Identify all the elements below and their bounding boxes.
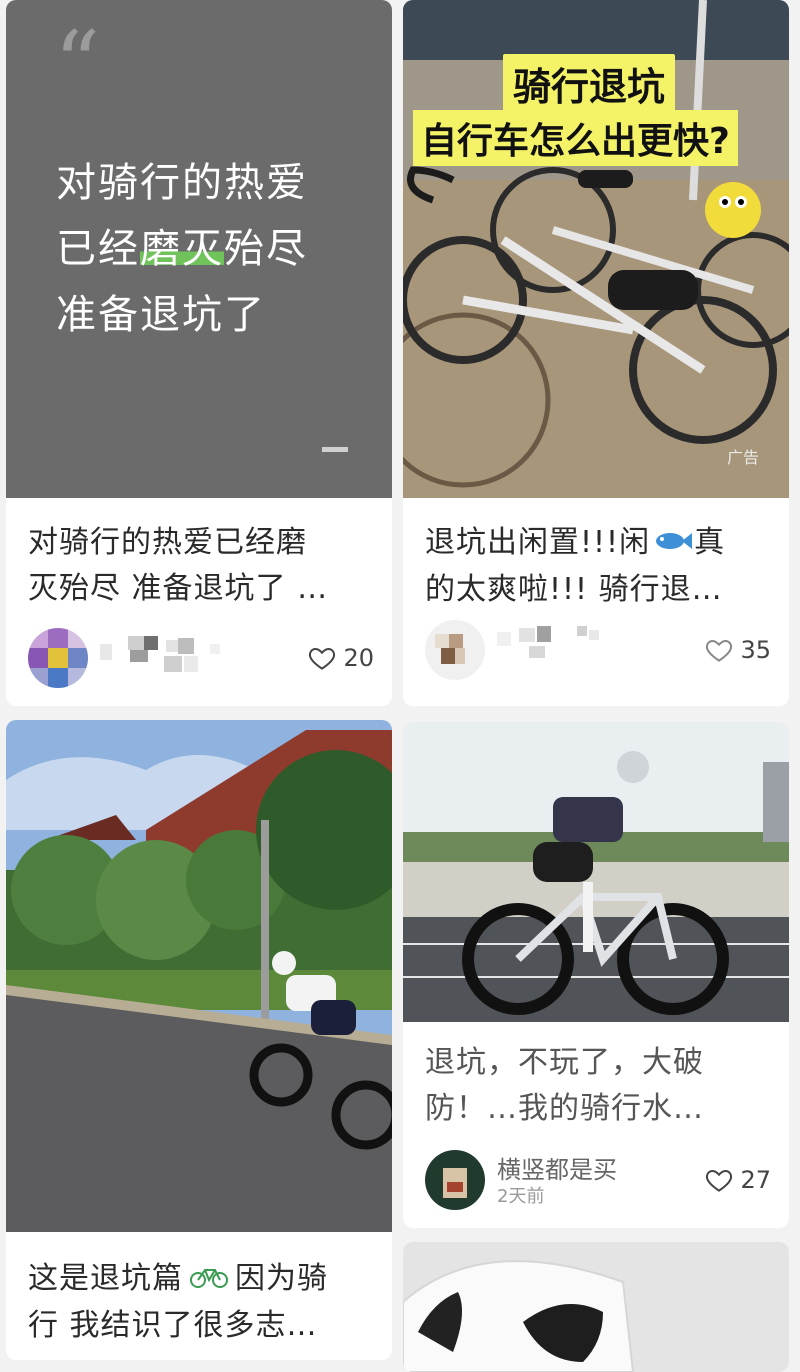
avatar[interactable]	[425, 620, 485, 680]
title-line: 的太爽啦!!! 骑行退…	[425, 571, 723, 607]
ad-headline-1: 骑行退坑	[503, 54, 676, 113]
helmet-photo	[403, 1242, 789, 1372]
avatar[interactable]	[425, 1150, 485, 1210]
like-button[interactable]: 20	[307, 638, 374, 678]
card-cover-quote[interactable]: “ 对骑行的热爱 已经磨灭殆尽 准备退坑了	[6, 0, 392, 498]
title-line: 这是退坑篇 因为骑	[28, 1256, 374, 1303]
quote-line-1: 对骑行的热爱	[56, 160, 308, 206]
quote-line-2: 已经磨灭殆尽	[56, 226, 308, 272]
author-name[interactable]: 横竖都是买	[497, 1150, 617, 1185]
quote-line-3: 准备退坑了	[56, 292, 266, 338]
card-cover-bikes[interactable]: 骑行退坑 自行车怎么出更快? 广告	[403, 0, 789, 498]
card-meta: 35	[425, 620, 771, 680]
heart-icon	[309, 647, 336, 670]
card-title[interactable]: 退坑，不玩了，大破 防！…我的骑行水…	[425, 1040, 771, 1132]
bicycle-emoji-icon	[189, 1257, 229, 1303]
title-line: 灭殆尽 准备退坑了 …	[28, 571, 329, 606]
road-ride-photo	[403, 722, 789, 1022]
blurred-username	[100, 636, 220, 672]
feed-card-1[interactable]: “ 对骑行的热爱 已经磨灭殆尽 准备退坑了 对骑行的热爱已经磨 灭殆尽 准备退坑…	[6, 0, 392, 706]
heart-icon	[706, 639, 733, 662]
fish-emoji-icon	[652, 521, 693, 567]
card-title[interactable]: 退坑出闲置!!!闲真 的太爽啦!!! 骑行退…	[425, 520, 771, 613]
like-count: 27	[740, 1166, 771, 1194]
card-meta: 横竖都是买 2天前 27	[425, 1150, 771, 1210]
feed-card-3[interactable]: 这是退坑篇 因为骑 行 我结识了很多志…	[6, 720, 392, 1360]
blurred-username	[497, 626, 599, 658]
title-line: 防！…我的骑行水…	[425, 1091, 704, 1126]
palace-ride-photo	[6, 720, 392, 1232]
card-title[interactable]: 这是退坑篇 因为骑 行 我结识了很多志…	[28, 1256, 374, 1349]
title-line: 对骑行的热爱已经磨	[28, 525, 307, 560]
like-count: 20	[343, 644, 374, 672]
heart-icon	[706, 1169, 733, 1192]
card-cover-road-ride[interactable]	[403, 722, 789, 1022]
card-meta: 20	[28, 628, 374, 688]
quote-dash	[322, 447, 348, 452]
ad-headline-2: 自行车怎么出更快?	[413, 110, 738, 166]
feed-card-5[interactable]	[403, 1242, 789, 1372]
ad-label: 广告	[726, 448, 759, 467]
card-cover-helmet[interactable]	[403, 1242, 789, 1372]
feed-card-2-ad[interactable]: 骑行退坑 自行车怎么出更快? 广告 退坑出闲置!!!闲真 的太爽啦!!! 骑行退…	[403, 0, 789, 706]
like-button[interactable]: 27	[704, 1160, 771, 1200]
post-time: 2天前	[497, 1186, 545, 1207]
like-count: 35	[740, 636, 771, 664]
title-line: 退坑出闲置!!!闲真	[425, 520, 771, 567]
quote-mark-icon: “	[54, 12, 101, 117]
like-button[interactable]: 35	[704, 630, 771, 670]
card-cover-palace-ride[interactable]	[6, 720, 392, 1232]
feed-card-4[interactable]: 退坑，不玩了，大破 防！…我的骑行水… 横竖都是买 2天前 27	[403, 722, 789, 1228]
avatar[interactable]	[28, 628, 88, 688]
card-title[interactable]: 对骑行的热爱已经磨 灭殆尽 准备退坑了 …	[28, 520, 374, 612]
title-line: 行 我结识了很多志…	[28, 1307, 318, 1343]
quote-highlight: 磨灭	[140, 226, 224, 272]
title-line: 退坑，不玩了，大破	[425, 1045, 704, 1080]
quote-text: 对骑行的热爱 已经磨灭殆尽 准备退坑了	[56, 150, 376, 348]
